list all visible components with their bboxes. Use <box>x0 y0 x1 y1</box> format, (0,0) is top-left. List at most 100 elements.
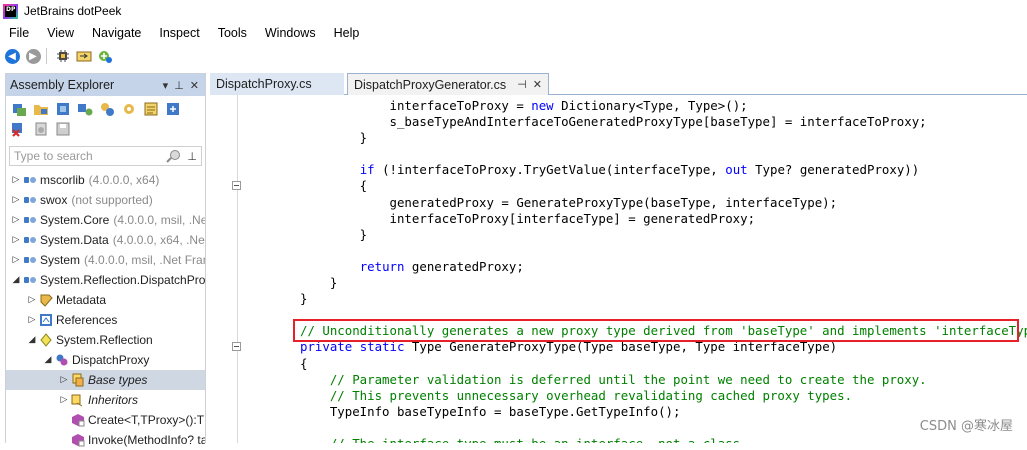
tree-node-label: Base types <box>88 373 148 387</box>
tree-node[interactable]: ◢ System.Reflection.DispatchProx <box>6 270 205 290</box>
code-token: TypeInfo baseTypeInfo = baseType.GetType… <box>300 403 681 419</box>
tree-node[interactable]: ▷ swox (not supported) <box>6 190 205 210</box>
assembly-list-icon[interactable] <box>143 101 159 117</box>
menu-navigate[interactable]: Navigate <box>85 22 148 44</box>
back-button[interactable]: ◀ <box>3 47 21 65</box>
export-project-icon[interactable] <box>165 101 181 117</box>
expand-arrow-icon[interactable]: ▷ <box>27 315 37 325</box>
open-process-icon[interactable] <box>99 101 115 117</box>
expand-arrow-icon[interactable]: ▷ <box>11 175 21 185</box>
watermark: CSDN @寒冰屋 <box>919 419 1013 434</box>
tree-node-label: System.Reflection.DispatchProx <box>40 273 205 287</box>
expand-arrow-icon[interactable]: ▷ <box>59 395 69 405</box>
fold-marker-icon[interactable] <box>232 342 241 351</box>
tree-node-label: Invoke(MethodInfo? ta <box>88 433 205 447</box>
code-keyword: if <box>359 162 375 178</box>
tree-node[interactable]: ▷ Base types <box>6 370 205 390</box>
tab-close-icon[interactable]: ✕ <box>533 78 542 91</box>
tree-node[interactable]: ▷ System.Data(4.0.0.0, x64, .Net F <box>6 230 205 250</box>
menu-help[interactable]: Help <box>327 22 367 44</box>
tree-node[interactable]: ◢ System.Reflection <box>6 330 205 350</box>
collapse-arrow-icon[interactable]: ◢ <box>11 275 21 285</box>
menu-windows[interactable]: Windows <box>258 22 323 44</box>
menu-view[interactable]: View <box>40 22 81 44</box>
tree-node-label: DispatchProxy <box>72 353 150 367</box>
window-title: JetBrains dotPeek <box>24 4 122 18</box>
show-usages-button[interactable] <box>96 47 114 65</box>
assembly-icon <box>23 233 37 247</box>
code-line: } <box>300 275 1027 291</box>
tree-node[interactable]: ◢ DispatchProxy <box>6 350 205 370</box>
code-text: interfaceToProxy = new Dictionary<Type, … <box>300 98 1027 443</box>
expand-arrow-icon[interactable]: ▷ <box>11 255 21 265</box>
tree-node[interactable]: ▷ References <box>6 310 205 330</box>
expand-arrow-icon[interactable]: ▷ <box>59 375 69 385</box>
tree-node[interactable]: ▷ Metadata <box>6 290 205 310</box>
assembly-search-input[interactable]: Type to search ⊥ <box>9 146 202 166</box>
tree-node[interactable]: ▷ System (4.0.0.0, msil, .Net Fram <box>6 250 205 270</box>
tab-pin-icon[interactable]: ⊣ <box>517 78 527 91</box>
expand-arrow-icon[interactable]: ▷ <box>11 215 21 225</box>
method-icon <box>71 433 85 447</box>
collapse-arrow-icon[interactable]: ◢ <box>27 335 37 345</box>
open-gac-icon[interactable] <box>55 101 71 117</box>
menu-tools[interactable]: Tools <box>211 22 254 44</box>
code-comment: // The interface type must be an interfa… <box>300 436 740 443</box>
code-comment: // Parameter validation is deferred unti… <box>300 371 927 387</box>
menu-bar: File View Navigate Inspect Tools Windows… <box>0 22 1027 44</box>
namespace-icon <box>39 333 53 347</box>
code-line: } <box>300 291 1027 307</box>
code-token: } <box>300 226 368 242</box>
collapse-arrow-icon[interactable]: ◢ <box>43 355 53 365</box>
settings-gear-icon[interactable] <box>121 101 137 117</box>
code-line: TypeInfo baseTypeInfo = baseType.GetType… <box>300 404 1027 420</box>
tree-node[interactable]: Invoke(MethodInfo? ta <box>6 430 205 450</box>
tree-node-label: mscorlib <box>40 173 85 187</box>
base-types-icon <box>71 373 85 387</box>
class-icon <box>55 353 69 367</box>
menu-inspect[interactable]: Inspect <box>152 22 206 44</box>
open-folder-icon[interactable] <box>33 101 49 117</box>
chip-button[interactable] <box>54 47 72 65</box>
tree-node[interactable]: Create<T,TProxy>():T <box>6 410 205 430</box>
tree-node-label: Create<T,TProxy>():T <box>88 413 205 427</box>
code-token: { <box>300 355 308 371</box>
code-token: } <box>300 130 368 146</box>
menu-file[interactable]: File <box>2 22 36 44</box>
close-icon[interactable]: ✕ <box>190 79 199 92</box>
search-options-icon[interactable] <box>166 149 182 163</box>
pin-icon[interactable]: ⊥ <box>174 79 184 92</box>
expand-arrow-icon[interactable]: ▷ <box>11 235 21 245</box>
tab-dispatchproxygenerator[interactable]: DispatchProxyGenerator.cs ⊣ ✕ <box>347 73 549 95</box>
code-editor[interactable]: interfaceToProxy = new Dictionary<Type, … <box>210 95 1027 443</box>
save-icon[interactable] <box>55 121 71 137</box>
tab-dispatchproxy[interactable]: DispatchProxy.cs <box>210 73 344 95</box>
assembly-icon <box>23 253 37 267</box>
tree-node-label: System <box>40 253 81 267</box>
tab-label: DispatchProxyGenerator.cs <box>354 77 507 92</box>
navigate-button[interactable] <box>75 47 93 65</box>
panel-menu-icon[interactable]: ▾ <box>163 79 169 92</box>
expand-arrow-icon[interactable]: ▷ <box>27 295 37 305</box>
remove-assembly-icon[interactable] <box>11 121 27 137</box>
tree-node-label: System.Data <box>40 233 109 247</box>
toolbar-separator <box>46 48 47 64</box>
open-nuget-icon[interactable] <box>77 101 93 117</box>
fold-marker-icon[interactable] <box>232 181 241 190</box>
expand-arrow-icon[interactable]: ▷ <box>11 195 21 205</box>
tree-node-label: Inheritors <box>88 393 139 407</box>
forward-button[interactable]: ▶ <box>24 47 42 65</box>
tree-node[interactable]: ▷ System.Core(4.0.0.0, msil, .Net F <box>6 210 205 230</box>
search-pin-icon[interactable]: ⊥ <box>187 150 197 163</box>
tree-node[interactable]: ▷ mscorlib (4.0.0.0, x64) <box>6 170 205 190</box>
tree-node-meta: (not supported) <box>71 193 153 207</box>
tree-node[interactable]: ▷ Inheritors <box>6 390 205 410</box>
code-keyword: out <box>725 162 748 178</box>
usages-icon <box>99 51 112 63</box>
pdb-icon[interactable] <box>33 121 49 137</box>
open-assembly-icon[interactable] <box>11 101 27 117</box>
code-keyword: new <box>531 98 554 113</box>
